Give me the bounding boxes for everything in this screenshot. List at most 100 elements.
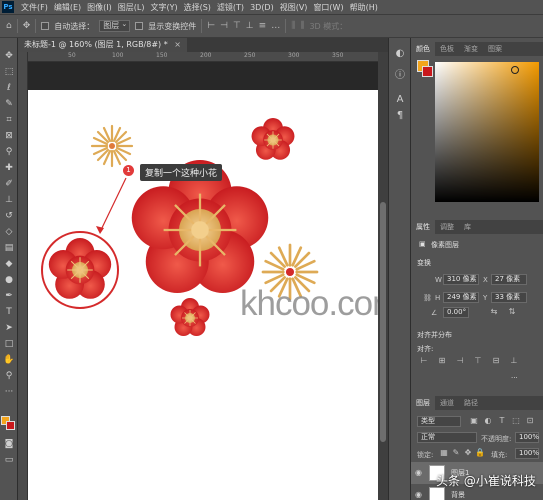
more-options-icon[interactable]: … <box>271 21 280 31</box>
eyedropper-tool-icon[interactable]: ⚲ <box>2 146 16 158</box>
menu-file[interactable]: 文件(F) <box>18 2 51 13</box>
eraser-tool-icon[interactable]: ◇ <box>2 226 16 238</box>
type-tool-icon[interactable]: T <box>2 306 16 318</box>
tab-adjustments[interactable]: 调整 <box>435 220 459 234</box>
lock-move-icon[interactable]: ✥ <box>463 448 473 458</box>
filter-pixel-icon[interactable]: ▣ <box>469 416 479 426</box>
history-brush-icon[interactable]: ↺ <box>2 210 16 222</box>
color-picker-cursor[interactable] <box>511 66 519 74</box>
distribute-icon[interactable]: ⫼ <box>291 21 295 31</box>
align-right-icon[interactable]: ⊣ <box>455 356 465 366</box>
brush-tool-icon[interactable]: ✐ <box>2 178 16 190</box>
move-tool-icon[interactable]: ✥ <box>2 50 16 62</box>
layer-kind-filter[interactable]: 类型 <box>417 416 461 427</box>
gradient-tool-icon[interactable]: ▤ <box>2 242 16 254</box>
canvas-area[interactable]: 1 复制一个这种小花 khcoo.com <box>28 62 401 500</box>
link-icon[interactable]: ⛓ <box>423 294 432 302</box>
menu-type[interactable]: 文字(Y) <box>147 2 180 13</box>
tab-color[interactable]: 颜色 <box>411 42 435 56</box>
menu-window[interactable]: 窗口(W) <box>310 2 346 13</box>
layer-name[interactable]: 背景 <box>451 490 465 500</box>
healing-brush-icon[interactable]: ✚ <box>2 162 16 174</box>
paragraph-icon[interactable]: ¶ <box>394 110 406 122</box>
more-options[interactable]: ··· <box>511 374 518 382</box>
color-picker-field[interactable] <box>435 62 539 202</box>
tab-paths[interactable]: 路径 <box>459 396 483 410</box>
auto-select-checkbox[interactable] <box>41 22 50 30</box>
marquee-tool-icon[interactable]: ⬚ <box>2 66 16 78</box>
menu-image[interactable]: 图像(I) <box>84 2 115 13</box>
align-left-icon[interactable]: ⊢ <box>419 356 429 366</box>
menu-layer[interactable]: 图层(L) <box>115 2 148 13</box>
vertical-scrollbar[interactable] <box>378 52 388 500</box>
height-field[interactable]: 249 像素 <box>443 292 479 303</box>
crop-tool-icon[interactable]: ⌗ <box>2 114 16 126</box>
background-color-swatch[interactable] <box>6 421 15 430</box>
auto-select-dropdown[interactable]: 图层 <box>99 19 131 32</box>
tab-properties[interactable]: 属性 <box>411 220 435 234</box>
menu-select[interactable]: 选择(S) <box>181 2 214 13</box>
move-tool-icon[interactable]: ✥ <box>23 21 31 31</box>
fill-field[interactable]: 100% <box>515 448 539 459</box>
y-field[interactable]: 33 像素 <box>491 292 527 303</box>
align-vcenter-icon[interactable]: ⊟ <box>491 356 501 366</box>
menu-edit[interactable]: 编辑(E) <box>51 2 84 13</box>
tab-gradients[interactable]: 渐变 <box>459 42 483 56</box>
clone-stamp-icon[interactable]: ⊥ <box>2 194 16 206</box>
align-bottom-icon[interactable]: ⊥ <box>509 356 519 366</box>
lock-pixels-icon[interactable]: ▦ <box>439 448 449 458</box>
path-select-icon[interactable]: ➤ <box>2 322 16 334</box>
tab-channels[interactable]: 通道 <box>435 396 459 410</box>
history-icon[interactable]: ◐ <box>394 48 406 60</box>
opacity-field[interactable]: 100% <box>515 432 539 443</box>
show-transform-checkbox[interactable] <box>135 22 144 30</box>
quick-select-tool-icon[interactable]: ✎ <box>2 98 16 110</box>
blur-tool-icon[interactable]: ◆ <box>2 258 16 270</box>
tab-swatches[interactable]: 色板 <box>435 42 459 56</box>
home-icon[interactable]: ⌂ <box>6 21 12 31</box>
blend-mode-dropdown[interactable]: 正常 <box>417 432 477 443</box>
visibility-eye-icon[interactable]: ◉ <box>415 468 422 477</box>
tab-layers[interactable]: 图层 <box>411 396 435 410</box>
distribute-icon[interactable]: ⫼ <box>300 21 304 31</box>
pen-tool-icon[interactable]: ✒ <box>2 290 16 302</box>
info-icon[interactable]: ⓘ <box>394 70 406 82</box>
align-top-icon[interactable]: ⊤ <box>473 356 483 366</box>
lasso-tool-icon[interactable]: ℓ <box>2 82 16 94</box>
hand-tool-icon[interactable]: ✋ <box>2 354 16 366</box>
shape-tool-icon[interactable]: □ <box>2 338 16 350</box>
align-center-icon[interactable]: ⊣ <box>220 21 228 31</box>
tab-libraries[interactable]: 库 <box>459 220 476 234</box>
align-right-icon[interactable]: ⊤ <box>233 21 241 31</box>
align-middle-icon[interactable]: ≡ <box>259 21 267 31</box>
align-top-icon[interactable]: ⊥ <box>246 21 254 31</box>
scrollbar-thumb[interactable] <box>380 202 386 442</box>
lock-paint-icon[interactable]: ✎ <box>451 448 461 458</box>
flip-horizontal-icon[interactable]: ⇆ <box>489 307 499 317</box>
filter-smart-icon[interactable]: ⊡ <box>525 416 535 426</box>
flip-vertical-icon[interactable]: ⇅ <box>507 307 517 317</box>
align-hcenter-icon[interactable]: ⊞ <box>437 356 447 366</box>
align-left-icon[interactable]: ⊢ <box>207 21 215 31</box>
photoshop-logo[interactable]: Ps <box>2 1 14 13</box>
filter-type-icon[interactable]: T <box>497 416 507 426</box>
menu-3d[interactable]: 3D(D) <box>247 3 277 12</box>
width-field[interactable]: 310 像素 <box>443 274 479 285</box>
background-color-swatch[interactable] <box>422 66 433 77</box>
frame-tool-icon[interactable]: ⊠ <box>2 130 16 142</box>
document-tab[interactable]: 未标题-1 @ 160% (图层 1, RGB/8#) * × <box>18 38 187 52</box>
filter-shape-icon[interactable]: ⬚ <box>511 416 521 426</box>
zoom-tool-icon[interactable]: ⚲ <box>2 370 16 382</box>
angle-field[interactable]: 0.00° <box>443 307 469 318</box>
menu-view[interactable]: 视图(V) <box>277 2 311 13</box>
quick-mask-icon[interactable]: ◙ <box>2 438 16 450</box>
menu-filter[interactable]: 滤镜(T) <box>214 2 247 13</box>
x-field[interactable]: 27 像素 <box>491 274 527 285</box>
close-icon[interactable]: × <box>174 40 181 49</box>
visibility-eye-icon[interactable]: ◉ <box>415 490 422 499</box>
menu-help[interactable]: 帮助(H) <box>347 2 381 13</box>
tab-patterns[interactable]: 图案 <box>483 42 507 56</box>
filter-adjust-icon[interactable]: ◐ <box>483 416 493 426</box>
more-tools-icon[interactable]: ··· <box>2 386 16 398</box>
character-icon[interactable]: A <box>394 94 406 106</box>
